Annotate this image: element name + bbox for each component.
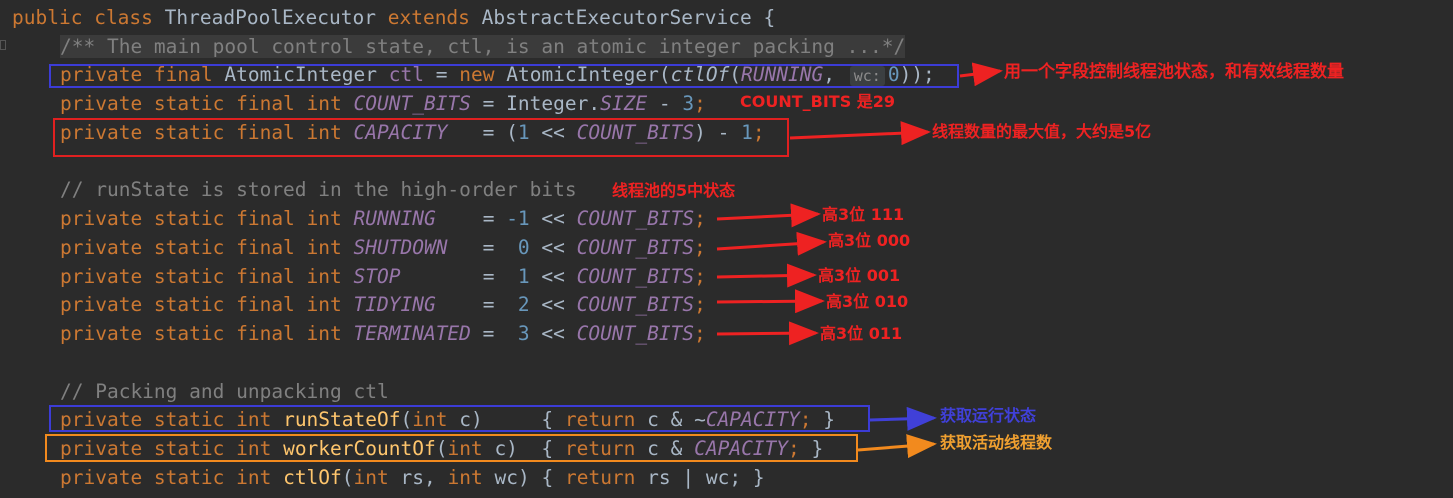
state-bits-stop: 高3位 001 — [818, 266, 901, 285]
count-bits-note: COUNT_BITS 是29 — [740, 92, 896, 111]
workercount-note: 获取活动线程数 — [940, 433, 1053, 452]
arrow-ctl — [959, 62, 1003, 87]
capacity-note: 线程数量的最大值，大约是5亿 — [932, 122, 1152, 141]
arrow-state-running — [716, 203, 821, 228]
arrow-state-tidying — [716, 289, 825, 314]
ctl-note: 用一个字段控制线程池状态，和有效线程数量 — [1004, 62, 1344, 82]
arrow-state-stop — [716, 263, 817, 288]
state-bits-tidying: 高3位 010 — [826, 292, 909, 311]
arrow-runstateof — [869, 406, 937, 431]
arrow-state-terminated — [716, 321, 819, 346]
state-bits-running: 高3位 111 — [822, 205, 905, 224]
arrow-capacity — [789, 121, 931, 146]
states-note: 线程池的5中状态 — [612, 181, 736, 200]
arrow-workercountof — [857, 434, 937, 459]
state-bits-shutdown: 高3位 000 — [828, 231, 911, 250]
state-bits-terminated: 高3位 011 — [820, 324, 903, 343]
runstate-note: 获取运行状态 — [940, 406, 1037, 425]
arrow-state-shutdown — [716, 231, 827, 256]
